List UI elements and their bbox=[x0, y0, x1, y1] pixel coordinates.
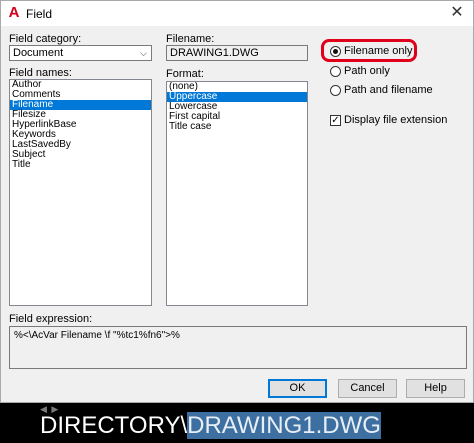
radio-path-only-label: Path only bbox=[344, 65, 390, 77]
field-names-label: Field names: bbox=[9, 67, 72, 79]
field-category-select[interactable]: Document ⌵ bbox=[9, 45, 152, 61]
field-category-label: Field category: bbox=[9, 33, 82, 45]
format-list[interactable]: (none) Uppercase Lowercase First capital… bbox=[166, 81, 308, 306]
display-extension-checkbox[interactable]: ✓ Display file extension bbox=[330, 114, 447, 126]
window-title: Field bbox=[26, 7, 53, 21]
command-highlighted-filename: DRAWING1.DWG bbox=[187, 412, 381, 439]
radio-path-and-filename[interactable]: Path and filename bbox=[330, 84, 433, 96]
field-expression-value: %<\AcVar Filename \f "%tc1%fn6">% bbox=[14, 330, 180, 341]
field-category-value: Document bbox=[13, 47, 64, 59]
radio-filename-only[interactable]: Filename only bbox=[330, 45, 412, 57]
filename-label: Filename: bbox=[166, 33, 215, 45]
autocad-icon: A bbox=[8, 4, 20, 21]
ok-button[interactable]: OK bbox=[268, 379, 327, 398]
list-item[interactable]: Title bbox=[10, 160, 151, 170]
radio-path-only[interactable]: Path only bbox=[330, 65, 390, 77]
field-expression-box: %<\AcVar Filename \f "%tc1%fn6">% bbox=[9, 326, 467, 369]
title-bar: A Field ✕ bbox=[1, 1, 473, 26]
cancel-button[interactable]: Cancel bbox=[338, 379, 397, 398]
radio-unselected-icon bbox=[330, 65, 341, 77]
list-item[interactable]: Subject bbox=[10, 150, 151, 160]
radio-path-and-filename-label: Path and filename bbox=[344, 84, 433, 96]
field-expression-label: Field expression: bbox=[9, 313, 93, 325]
filename-value: DRAWING1.DWG bbox=[170, 47, 259, 59]
radio-unselected-icon bbox=[330, 84, 341, 96]
field-names-list[interactable]: Author Comments Filename Filesize Hyperl… bbox=[9, 79, 152, 306]
chevron-down-icon: ⌵ bbox=[140, 48, 147, 58]
command-line: ◀ ▶ DIRECTORY\DRAWING1.DWG bbox=[0, 403, 474, 443]
display-extension-label: Display file extension bbox=[344, 114, 448, 126]
format-label: Format: bbox=[166, 68, 204, 80]
command-line-text: DIRECTORY\DRAWING1.DWG bbox=[40, 412, 381, 440]
list-item[interactable]: Title case bbox=[167, 122, 307, 132]
help-button[interactable]: Help bbox=[406, 379, 465, 398]
command-prefix: DIRECTORY\ bbox=[40, 412, 188, 439]
radio-filename-only-label: Filename only bbox=[344, 45, 413, 57]
radio-selected-icon bbox=[330, 45, 341, 57]
field-dialog: A Field ✕ Field category: Document ⌵ Fie… bbox=[0, 0, 474, 403]
close-icon[interactable]: ✕ bbox=[447, 4, 467, 22]
filename-field: DRAWING1.DWG bbox=[166, 45, 308, 61]
checkmark-icon: ✓ bbox=[330, 114, 341, 126]
